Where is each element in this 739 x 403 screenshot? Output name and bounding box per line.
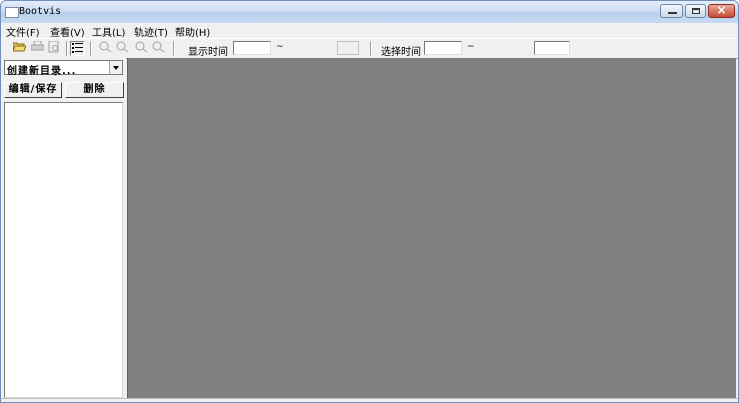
open-folder-icon[interactable] xyxy=(12,41,27,56)
left-pane: 创建新目录... 编辑/保存 删除 xyxy=(1,58,126,398)
directory-combo-value: 创建新目录... xyxy=(7,66,77,77)
display-time-label: 显示时间 xyxy=(188,47,228,58)
select-time-label: 选择时间 xyxy=(381,47,421,58)
select-time-separator: ~ xyxy=(467,42,475,52)
menu-help[interactable]: 帮助(H) xyxy=(175,24,210,39)
delete-button[interactable]: 删除 xyxy=(65,82,124,98)
close-icon: × xyxy=(716,3,727,17)
select-time-start-input[interactable] xyxy=(424,41,462,55)
app-window: Bootvis × 文件(F) 查看(V) 工具(L) 轨迹(T) 帮助(H) xyxy=(0,0,739,403)
print-icon[interactable] xyxy=(30,40,45,56)
display-time-separator: ~ xyxy=(276,42,284,52)
minimize-icon xyxy=(668,12,677,14)
maximize-icon xyxy=(692,8,700,14)
edit-save-button[interactable]: 编辑/保存 xyxy=(4,82,62,98)
menu-trace[interactable]: 轨迹(T) xyxy=(134,24,168,39)
status-bar xyxy=(1,398,738,402)
menu-tools[interactable]: 工具(L) xyxy=(92,24,125,39)
toolbar-separator xyxy=(66,41,68,56)
zoom-fit-icon[interactable] xyxy=(134,41,149,56)
menu-bar: 文件(F) 查看(V) 工具(L) 轨迹(T) 帮助(H) xyxy=(1,23,738,39)
window-title: Bootvis xyxy=(19,6,62,17)
close-button[interactable]: × xyxy=(708,3,735,18)
toolbar-separator xyxy=(90,41,92,56)
directory-combo[interactable]: 创建新目录... xyxy=(4,60,123,77)
zoom-out-icon[interactable] xyxy=(115,41,130,56)
combo-dropdown-button[interactable] xyxy=(109,61,122,74)
menu-view[interactable]: 查看(V) xyxy=(50,24,85,39)
directory-list[interactable] xyxy=(4,102,123,398)
toolbar-separator xyxy=(173,41,175,56)
zoom-reset-icon[interactable] xyxy=(151,41,166,56)
menu-file[interactable]: 文件(F) xyxy=(6,24,40,39)
toolbar-separator xyxy=(370,41,372,56)
display-time-start-input[interactable] xyxy=(233,41,271,55)
list-icon[interactable] xyxy=(70,41,85,56)
select-time-end-input[interactable] xyxy=(534,41,570,55)
title-bar[interactable]: Bootvis × xyxy=(1,1,738,24)
app-icon xyxy=(5,7,19,18)
maximize-button[interactable] xyxy=(685,4,706,18)
minimize-button[interactable] xyxy=(660,4,683,18)
print-preview-icon[interactable] xyxy=(47,40,62,56)
zoom-in-icon[interactable] xyxy=(98,41,113,56)
display-time-end-input[interactable] xyxy=(337,41,359,55)
trace-view-canvas[interactable] xyxy=(127,58,736,398)
chevron-down-icon xyxy=(113,66,119,70)
toolbar: 显示时间 ~ 选择时间 ~ xyxy=(1,38,738,59)
